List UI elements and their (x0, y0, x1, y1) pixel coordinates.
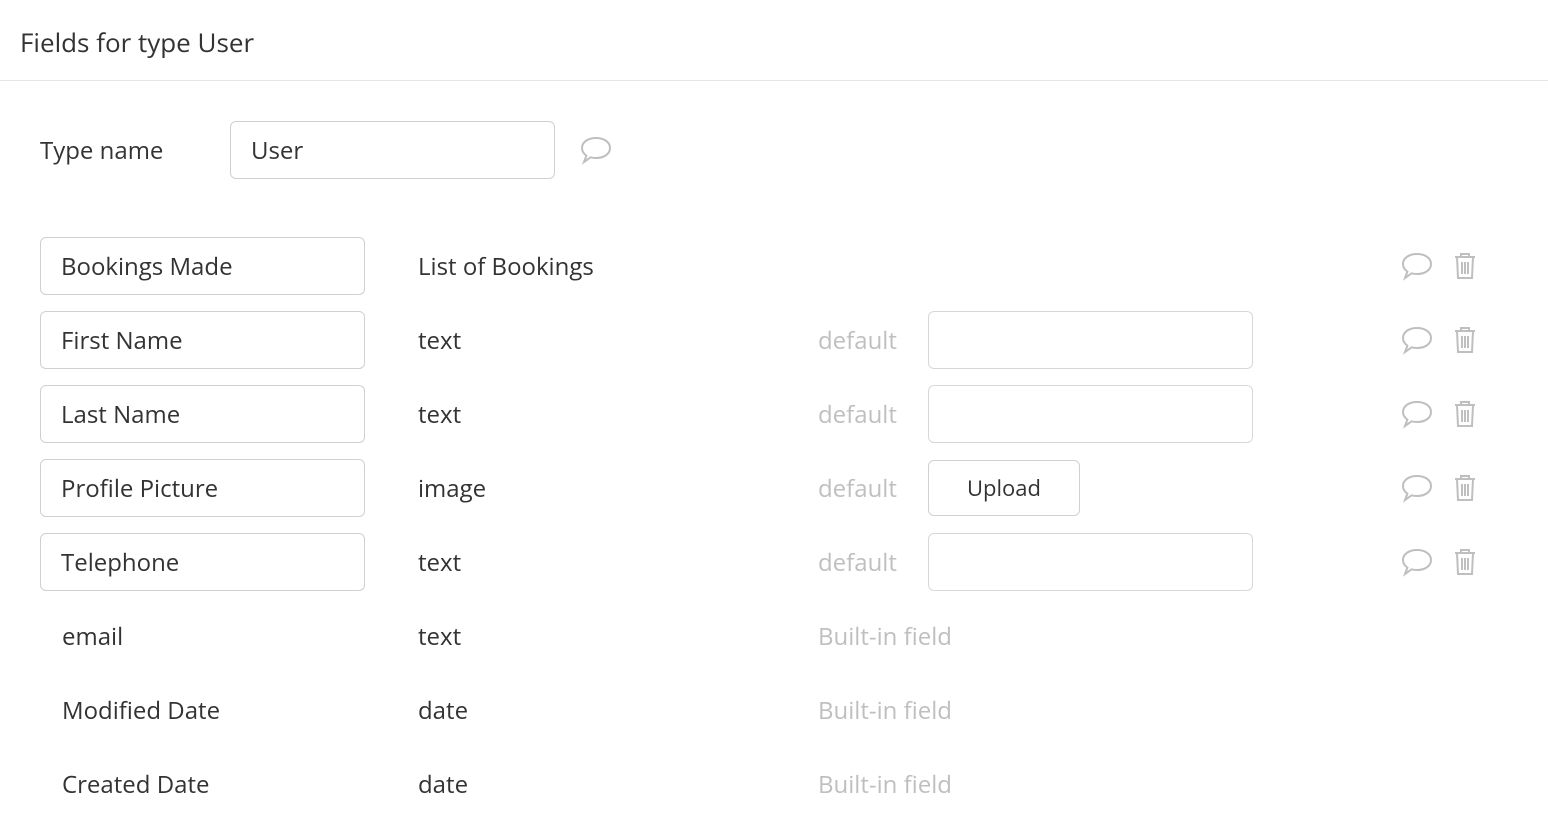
field-name-cell: Profile Picture (40, 459, 418, 517)
default-input[interactable] (928, 533, 1253, 591)
field-name-input[interactable]: Last Name (40, 385, 365, 443)
builtin-label: Built-in field (818, 768, 952, 801)
builtin-label: Built-in field (818, 694, 952, 727)
type-name-label: Type name (40, 134, 230, 167)
field-actions (1400, 473, 1518, 503)
field-type: date (418, 768, 818, 801)
field-name-cell: Created Date (40, 768, 418, 801)
comment-icon[interactable] (1400, 473, 1434, 503)
field-type: text (418, 546, 818, 579)
comment-icon[interactable] (1400, 399, 1434, 429)
default-control-cell (928, 385, 1258, 443)
field-name-cell: First Name (40, 311, 418, 369)
field-row: Bookings Made List of Bookings (40, 229, 1518, 303)
trash-icon[interactable] (1452, 547, 1478, 577)
field-row: Last Name textdefault (40, 377, 1518, 451)
field-row: Modified DatedateBuilt-in field (40, 673, 1518, 747)
default-control-cell (928, 311, 1258, 369)
trash-icon[interactable] (1452, 251, 1478, 281)
field-name-text: email (40, 620, 418, 653)
type-name-row: Type name (40, 121, 1518, 179)
field-type: image (418, 472, 818, 505)
field-row: First Name textdefault (40, 303, 1518, 377)
field-name-cell: Telephone (40, 533, 418, 591)
page-title: Fields for type User (0, 0, 1548, 81)
field-actions (1400, 325, 1518, 355)
field-row: Created DatedateBuilt-in field (40, 747, 1518, 821)
field-actions (1400, 251, 1518, 281)
comment-icon[interactable] (1400, 251, 1434, 281)
type-name-input[interactable] (230, 121, 555, 179)
field-actions (1400, 547, 1518, 577)
upload-button[interactable]: Upload (928, 460, 1080, 516)
page-container: Fields for type User Type name Bookings … (0, 0, 1548, 821)
field-type: text (418, 620, 818, 653)
default-label: default (818, 398, 928, 431)
field-name-text: Modified Date (40, 694, 418, 727)
field-name-input[interactable]: Telephone (40, 533, 365, 591)
default-input[interactable] (928, 385, 1253, 443)
field-name-text: Created Date (40, 768, 418, 801)
fields-list: Bookings Made List of Bookings First Name t… (40, 229, 1518, 821)
field-type: date (418, 694, 818, 727)
comment-icon[interactable] (579, 135, 613, 165)
comment-icon[interactable] (1400, 325, 1434, 355)
default-label: default (818, 546, 928, 579)
comment-icon[interactable] (1400, 547, 1434, 577)
field-name-cell: Modified Date (40, 694, 418, 727)
trash-icon[interactable] (1452, 325, 1478, 355)
default-control-cell: Upload (928, 460, 1258, 516)
field-row: Profile Picture imagedefaultUpload (40, 451, 1518, 525)
field-name-cell: Last Name (40, 385, 418, 443)
builtin-label: Built-in field (818, 620, 952, 653)
field-name-cell: Bookings Made (40, 237, 418, 295)
default-label: default (818, 324, 928, 357)
field-name-input[interactable]: First Name (40, 311, 365, 369)
default-input[interactable] (928, 311, 1253, 369)
default-control-cell (928, 533, 1258, 591)
field-row: Telephone textdefault (40, 525, 1518, 599)
field-name-cell: email (40, 620, 418, 653)
trash-icon[interactable] (1452, 399, 1478, 429)
field-type: text (418, 398, 818, 431)
field-name-input[interactable]: Profile Picture (40, 459, 365, 517)
field-type: text (418, 324, 818, 357)
trash-icon[interactable] (1452, 473, 1478, 503)
body-area: Type name Bookings Made List of Bookings F… (0, 81, 1548, 821)
field-type: List of Bookings (418, 250, 818, 283)
field-row: emailtextBuilt-in field (40, 599, 1518, 673)
default-label: default (818, 472, 928, 505)
field-actions (1400, 399, 1518, 429)
field-name-input[interactable]: Bookings Made (40, 237, 365, 295)
